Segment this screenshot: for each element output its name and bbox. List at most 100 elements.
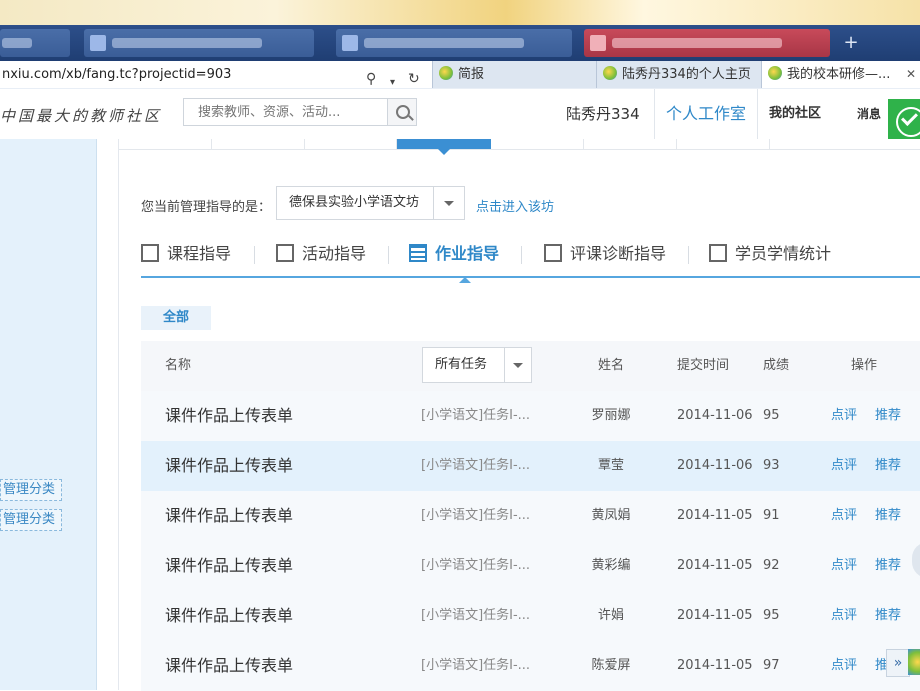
recommend-link[interactable]: 推荐 <box>875 391 901 441</box>
comment-link[interactable]: 点评 <box>831 541 857 591</box>
enter-workshop-link[interactable]: 点击进入该坊 <box>476 196 554 215</box>
tab-course-guidance[interactable]: 课程指导 <box>141 236 231 272</box>
desktop-strip <box>0 0 920 25</box>
site-header: 中国最大的教师社区 陆秀丹334 个人工作室 我的社区 消息 <box>0 89 920 140</box>
browser-tab-3[interactable]: 我的校本研修—... ✕ <box>762 61 920 88</box>
row-student: 覃莹 <box>597 458 624 473</box>
chevron-down-icon <box>444 201 454 206</box>
row-name[interactable]: 课件作品上传表单 <box>165 391 293 441</box>
table-row: 课件作品上传表单 [小学语文]任务I-... 许娟 2014-11-05 95 … <box>141 591 920 641</box>
recommend-link[interactable]: 推荐 <box>875 541 901 591</box>
tab-review-guidance[interactable]: 评课诊断指导 <box>544 236 666 272</box>
comment-link[interactable]: 点评 <box>831 641 857 691</box>
table-row: 课件作品上传表单 [小学语文]任务I-... 覃莹 2014-11-06 93 … <box>141 441 920 491</box>
search-button[interactable] <box>387 98 417 126</box>
tab-activity-guidance[interactable]: 活动指导 <box>276 236 366 272</box>
browser-tab-2[interactable]: 陆秀丹334的个人主页 <box>597 61 762 88</box>
header-time: 提交时间 <box>677 358 730 373</box>
subnav-item[interactable] <box>305 139 397 149</box>
browser-tab-label: 陆秀丹334的个人主页 <box>622 67 751 82</box>
row-time: 2014-11-05 <box>677 508 753 523</box>
stats-icon <box>709 244 727 262</box>
table-row: 课件作品上传表单 [小学语文]任务I-... 黄彩编 2014-11-05 92… <box>141 541 920 591</box>
gutter <box>97 139 118 690</box>
subnav-item-active[interactable] <box>397 139 491 155</box>
row-name[interactable]: 课件作品上传表单 <box>165 441 293 491</box>
active-tab-pointer <box>459 271 471 283</box>
course-icon <box>141 244 159 262</box>
row-task: [小学语文]任务I-... <box>421 608 531 623</box>
recommend-link[interactable]: 推荐 <box>875 441 901 491</box>
browser-tab-1[interactable]: 简报 <box>433 61 597 88</box>
row-task: [小学语文]任务I-... <box>421 558 531 573</box>
comment-link[interactable]: 点评 <box>831 491 857 541</box>
comment-link[interactable]: 点评 <box>831 441 857 491</box>
row-score: 95 <box>763 408 780 423</box>
check-badge-icon[interactable] <box>888 99 920 139</box>
row-score: 91 <box>763 508 780 523</box>
table-row: 课件作品上传表单 [小学语文]任务I-... 陈爱屏 2014-11-05 97… <box>141 641 920 691</box>
guidance-tabs: 课程指导 活动指导 作业指导 评课诊断指导 学员学情统计 <box>141 236 920 278</box>
new-task-plus-icon[interactable]: + <box>840 29 862 57</box>
row-name[interactable]: 课件作品上传表单 <box>165 591 293 641</box>
recommend-link[interactable]: 推荐 <box>875 491 901 541</box>
header-student: 姓名 <box>597 358 624 373</box>
subnav-item[interactable] <box>584 139 677 149</box>
comment-link[interactable]: 点评 <box>831 591 857 641</box>
row-time: 2014-11-05 <box>677 608 753 623</box>
filter-all-button[interactable]: 全部 <box>141 306 211 330</box>
address-bar[interactable]: nxiu.com/xb/fang.tc?projectid=903 ⚲ ▾ ↻ <box>0 61 433 88</box>
row-name[interactable]: 课件作品上传表单 <box>165 491 293 541</box>
taskbar-item-active[interactable] <box>584 29 830 57</box>
row-name[interactable]: 课件作品上传表单 <box>165 641 293 691</box>
user-name-link[interactable]: 陆秀丹334 <box>566 89 640 139</box>
task-filter-select[interactable]: 所有任务 <box>422 347 532 383</box>
comment-link[interactable]: 点评 <box>831 391 857 441</box>
subnav-item[interactable] <box>491 139 584 149</box>
top-subnav <box>119 139 920 155</box>
row-time: 2014-11-05 <box>677 658 753 673</box>
tab-homework-guidance[interactable]: 作业指导 <box>409 236 499 272</box>
taskbar: + <box>0 25 920 61</box>
subnav-item[interactable] <box>212 139 305 149</box>
row-student: 黄彩编 <box>591 558 631 573</box>
browser-tab-label: 我的校本研修—... <box>787 67 891 82</box>
browser-tab-label: 简报 <box>458 67 485 82</box>
taskbar-item[interactable] <box>84 29 314 57</box>
subnav-item[interactable] <box>677 139 770 149</box>
row-time: 2014-11-06 <box>677 408 753 423</box>
row-student: 黄凤娟 <box>591 508 631 523</box>
tab-label: 学员学情统计 <box>735 244 832 263</box>
subnav-item[interactable] <box>119 139 212 149</box>
row-time: 2014-11-05 <box>677 558 753 573</box>
expand-icon[interactable]: » <box>886 649 910 677</box>
header-score: 成绩 <box>763 358 790 373</box>
search-icon <box>396 105 410 119</box>
row-task: [小学语文]任务I-... <box>421 508 531 523</box>
search-input[interactable] <box>183 98 387 126</box>
table-row: 课件作品上传表单 [小学语文]任务I-... 罗丽娜 2014-11-06 95… <box>141 391 920 441</box>
messages-link[interactable]: 消息 <box>857 89 881 139</box>
row-score: 92 <box>763 558 780 573</box>
row-student: 许娟 <box>597 608 624 623</box>
manage-category-button[interactable]: 管理分类 <box>0 509 62 531</box>
workshop-select[interactable]: 德保县实验小学语文坊 <box>276 186 465 220</box>
tab-label: 作业指导 <box>435 244 500 263</box>
browser-logo-icon[interactable] <box>908 649 920 675</box>
my-community-link[interactable]: 我的社区 <box>769 89 821 139</box>
taskbar-item[interactable] <box>336 29 572 57</box>
recommend-link[interactable]: 推荐 <box>875 591 901 641</box>
personal-studio-link[interactable]: 个人工作室 <box>654 89 758 139</box>
activity-icon <box>276 244 294 262</box>
browser-bar: nxiu.com/xb/fang.tc?projectid=903 ⚲ ▾ ↻ … <box>0 61 920 90</box>
close-icon[interactable]: ✕ <box>906 61 916 88</box>
row-name[interactable]: 课件作品上传表单 <box>165 541 293 591</box>
tab-learning-stats[interactable]: 学员学情统计 <box>709 236 831 272</box>
taskbar-item[interactable] <box>0 29 70 57</box>
site-favicon <box>439 66 453 80</box>
manage-category-button[interactable]: 管理分类 <box>0 479 62 501</box>
left-sidebar: 管理分类 管理分类 <box>0 139 97 690</box>
homework-icon <box>409 244 427 262</box>
tab-label: 评课诊断指导 <box>570 244 667 263</box>
row-score: 97 <box>763 658 780 673</box>
